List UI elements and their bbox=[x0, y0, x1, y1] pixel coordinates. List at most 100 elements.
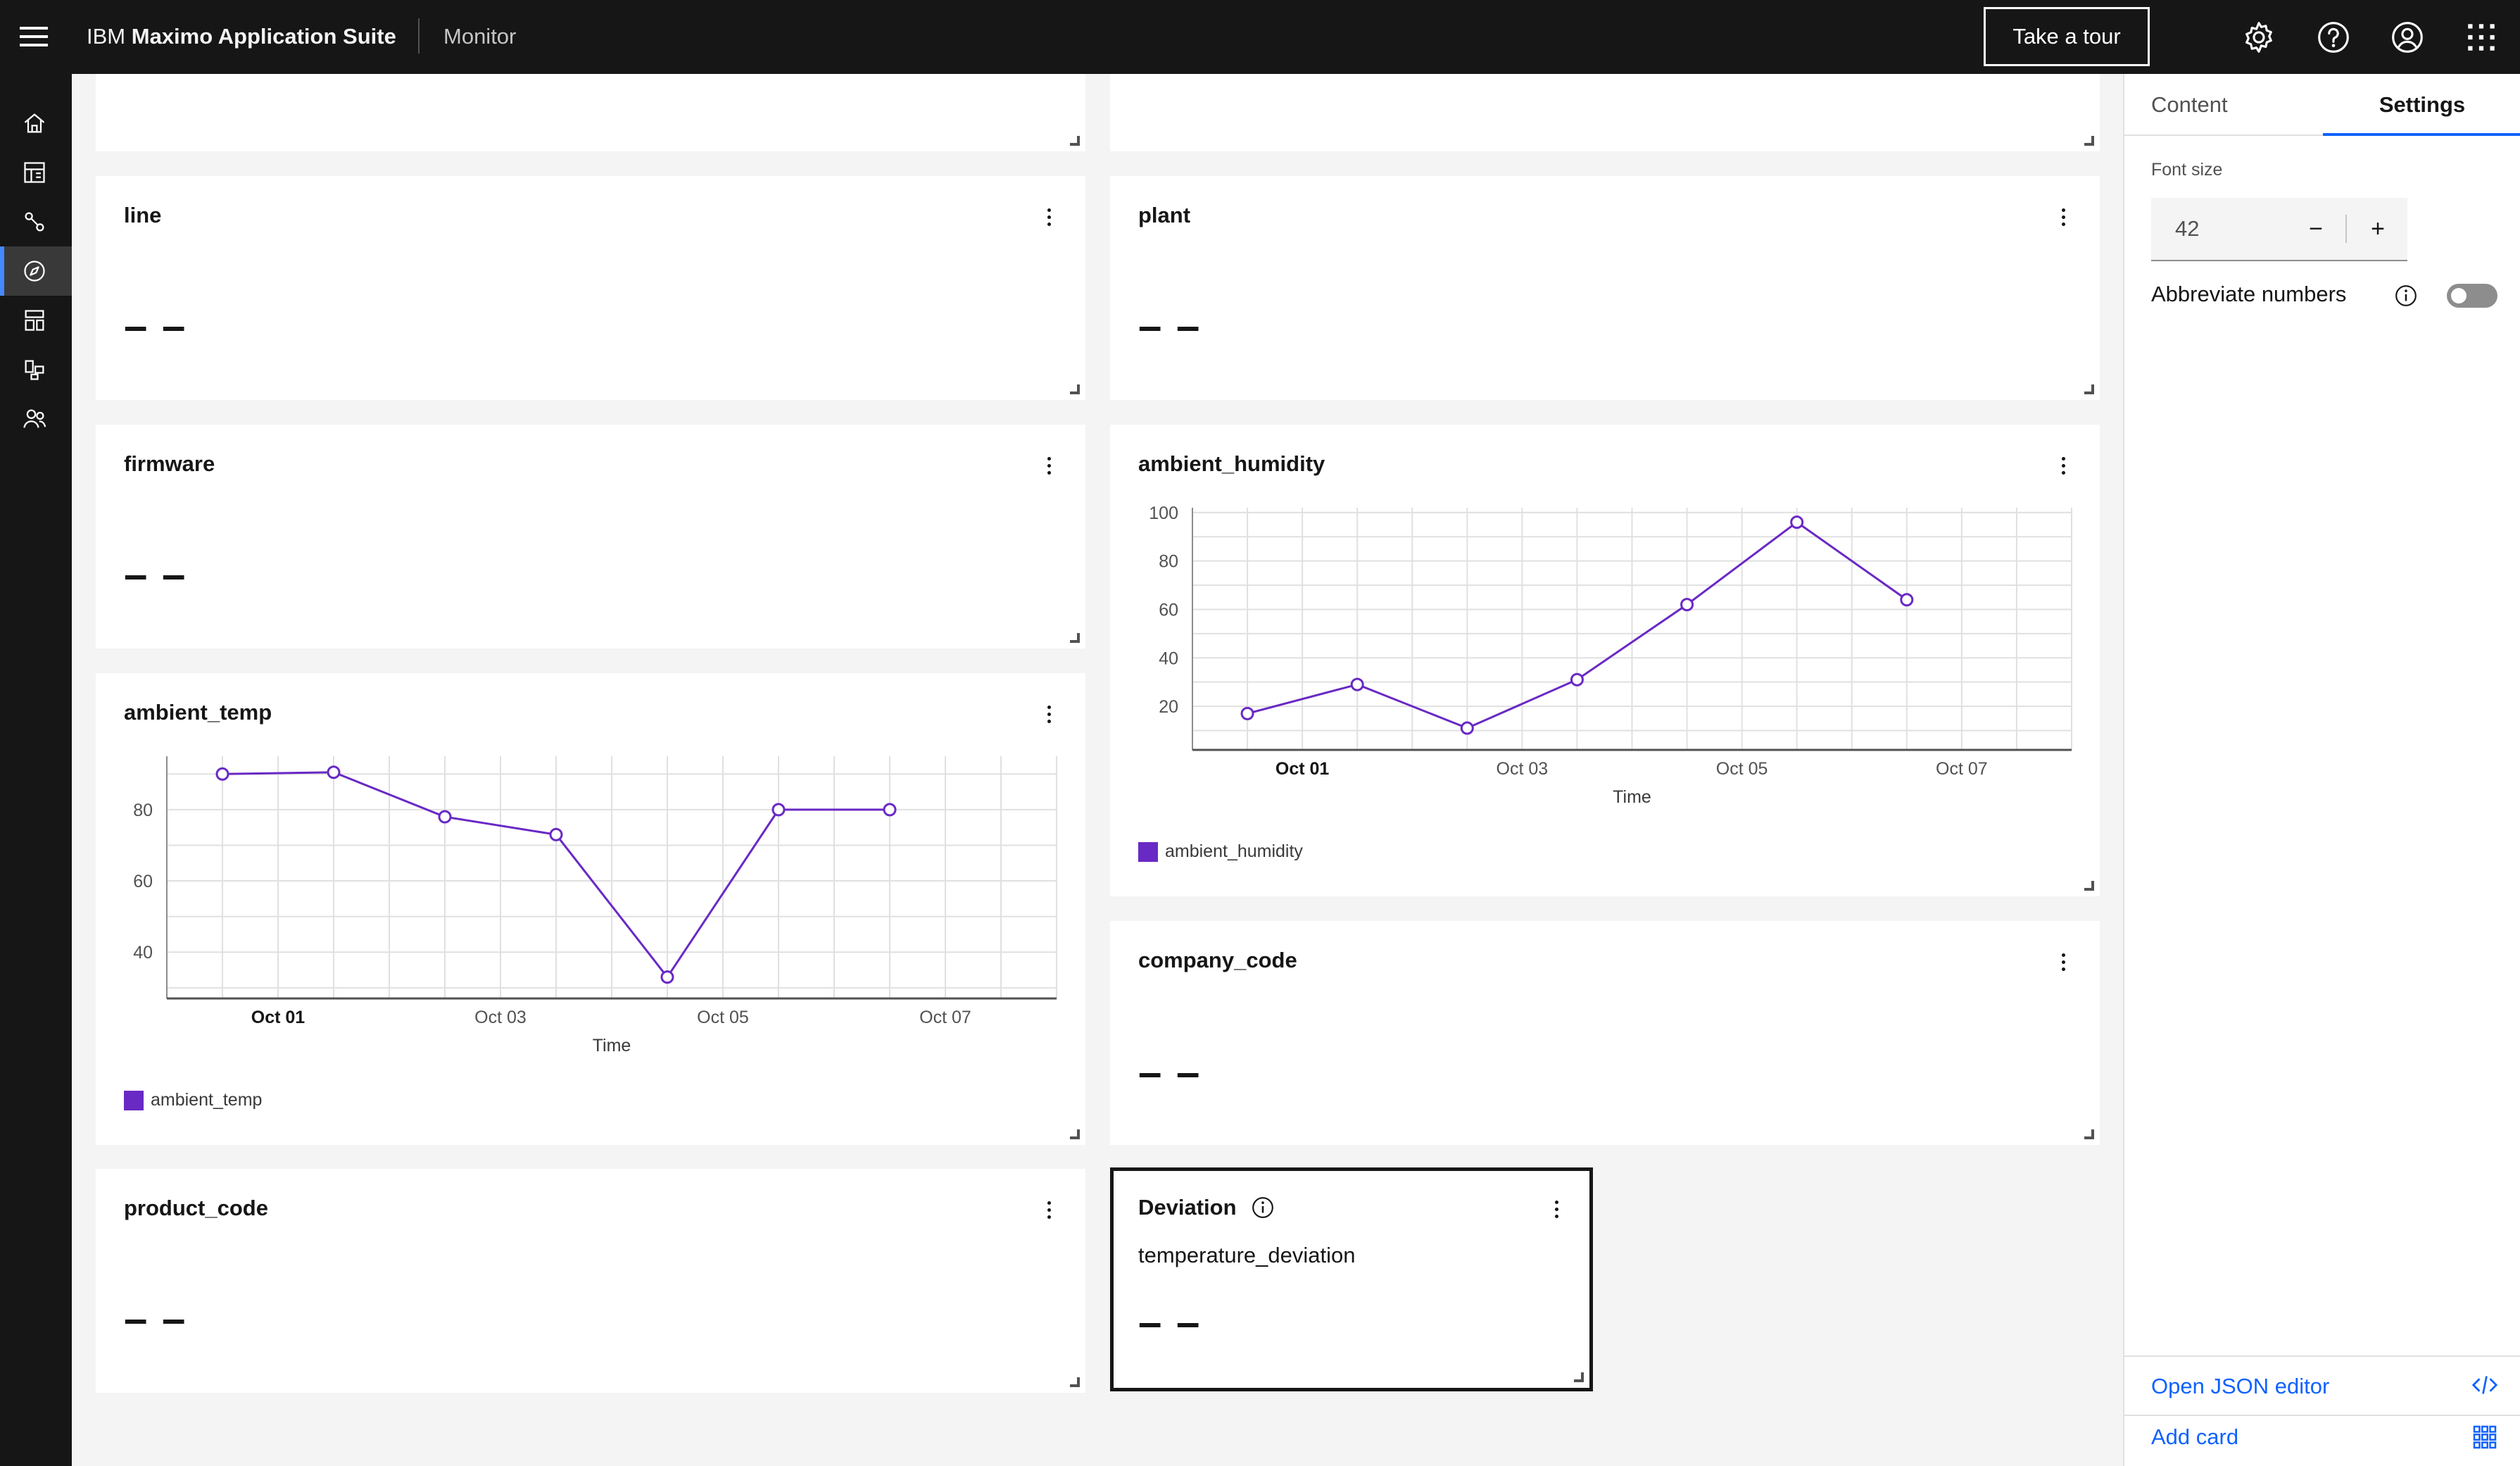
card-firmware[interactable]: firmware – – bbox=[96, 425, 1085, 649]
card-deviation[interactable]: Deviation temperature_deviation – – bbox=[1110, 1167, 1593, 1391]
data-point bbox=[771, 803, 786, 817]
x-tick-label: Oct 01 bbox=[251, 1008, 305, 1027]
abbreviate-numbers-toggle[interactable] bbox=[2447, 284, 2497, 308]
add-card-icon[interactable] bbox=[2471, 1423, 2499, 1451]
data-point bbox=[883, 803, 897, 817]
take-a-tour-button[interactable]: Take a tour bbox=[1984, 7, 2150, 66]
card-line[interactable]: line – – bbox=[96, 176, 1085, 400]
data-point bbox=[1900, 593, 1914, 607]
overflow-menu-icon[interactable] bbox=[1549, 1195, 1563, 1223]
resize-handle[interactable] bbox=[1070, 633, 1080, 643]
increment-button[interactable]: + bbox=[2347, 198, 2409, 260]
chart-legend[interactable]: ambient_humidity bbox=[1138, 841, 1303, 862]
data-point bbox=[1790, 515, 1804, 530]
panel-divider bbox=[2124, 1355, 2520, 1357]
y-tick-label: 20 bbox=[1159, 697, 1178, 717]
y-tick-label: 60 bbox=[1159, 600, 1178, 620]
font-size-value[interactable]: 42 bbox=[2175, 216, 2199, 242]
card-partial-left[interactable]: – – bbox=[96, 74, 1085, 151]
x-tick-label: Oct 03 bbox=[474, 1008, 527, 1027]
code-icon[interactable] bbox=[2471, 1371, 2499, 1399]
nav-monitor[interactable] bbox=[0, 246, 72, 296]
y-tick-label: 100 bbox=[1149, 503, 1178, 523]
dashboard-icon bbox=[24, 162, 45, 183]
abbreviate-numbers-label: Abbreviate numbers bbox=[2151, 282, 2347, 306]
ambient-humidity-chart: 20 40 60 80 100 Oct 01 Oct 03 Oct 05 Oct 07 Time bbox=[1149, 503, 2072, 807]
card-company-code[interactable]: company_code – – bbox=[1110, 921, 2100, 1145]
brand-prefix: IBM bbox=[87, 24, 126, 49]
resize-handle[interactable] bbox=[1070, 1377, 1080, 1387]
devices-icon bbox=[25, 360, 44, 380]
card-value: – – bbox=[1138, 1048, 1202, 1096]
home-icon bbox=[24, 113, 45, 133]
ambient-temp-chart: 40 60 80 Oct 01 Oct 03 Oct 05 Oct 07 Time bbox=[133, 756, 1057, 1055]
overflow-menu-icon[interactable] bbox=[2056, 948, 2070, 976]
data-point bbox=[549, 827, 563, 841]
nav-home[interactable] bbox=[0, 99, 72, 148]
user-icon[interactable] bbox=[2390, 20, 2425, 55]
tab-settings[interactable]: Settings bbox=[2323, 74, 2520, 136]
resize-handle[interactable] bbox=[2084, 881, 2094, 891]
settings-icon[interactable] bbox=[2241, 20, 2276, 55]
x-axis-title: Time bbox=[1613, 787, 1651, 807]
overflow-menu-icon[interactable] bbox=[1042, 1196, 1056, 1224]
tab-content[interactable]: Content bbox=[2124, 74, 2323, 136]
chart-legend[interactable]: ambient_temp bbox=[124, 1090, 262, 1110]
card-product-code[interactable]: product_code – – bbox=[96, 1169, 1085, 1393]
data-point bbox=[1460, 721, 1474, 735]
card-value: – – bbox=[1138, 1298, 1202, 1346]
y-tick-label: 40 bbox=[1159, 649, 1178, 668]
font-size-label: Font size bbox=[2151, 160, 2223, 180]
help-icon[interactable] bbox=[2316, 20, 2351, 55]
monitor-icon bbox=[24, 261, 45, 282]
open-json-editor-link[interactable]: Open JSON editor bbox=[2151, 1374, 2329, 1399]
x-tick-label: Oct 05 bbox=[1716, 759, 1768, 779]
decrement-button[interactable]: − bbox=[2285, 198, 2347, 260]
card-value: – – bbox=[124, 74, 187, 89]
card-ambient-temp[interactable]: ambient_temp 40 60 80 Oct 01 Oct 03 Oct 05 Oct… bbox=[96, 673, 1085, 1145]
card-title: plant bbox=[1138, 203, 1191, 227]
menu-icon[interactable] bbox=[20, 24, 48, 49]
resize-handle[interactable] bbox=[2084, 136, 2094, 146]
legend-label: ambient_humidity bbox=[1165, 841, 1303, 861]
active-tab-indicator bbox=[2323, 133, 2520, 136]
card-plant[interactable]: plant – – bbox=[1110, 176, 2100, 400]
nav-dashboard[interactable] bbox=[0, 148, 72, 197]
y-tick-label: 60 bbox=[133, 872, 153, 891]
info-icon[interactable] bbox=[2394, 284, 2418, 308]
resize-handle[interactable] bbox=[1070, 384, 1080, 394]
card-subtitle: temperature_deviation bbox=[1138, 1243, 1356, 1267]
product-name[interactable]: IBM Maximo Application Suite bbox=[87, 21, 396, 52]
legend-swatch bbox=[124, 1090, 144, 1110]
info-icon[interactable] bbox=[1251, 1196, 1275, 1220]
card-ambient-humidity[interactable]: ambient_humidity 20 40 60 80 100 Oct 01 Oct 03… bbox=[1110, 425, 2100, 896]
overflow-menu-icon[interactable] bbox=[1042, 451, 1056, 480]
card-value: – – bbox=[124, 1295, 187, 1342]
resize-handle[interactable] bbox=[1070, 136, 1080, 146]
app-switcher-icon[interactable] bbox=[2464, 20, 2499, 55]
app-name[interactable]: Monitor bbox=[443, 21, 516, 52]
resize-handle[interactable] bbox=[2084, 384, 2094, 394]
nav-users[interactable] bbox=[0, 394, 72, 444]
resize-handle[interactable] bbox=[2084, 1129, 2094, 1139]
add-card-link[interactable]: Add card bbox=[2151, 1424, 2238, 1450]
header-divider bbox=[418, 18, 420, 54]
card-partial-right[interactable]: – – bbox=[1110, 74, 2100, 151]
data-point bbox=[215, 767, 229, 781]
nav-connections[interactable] bbox=[0, 197, 72, 246]
nav-devices[interactable] bbox=[0, 345, 72, 394]
data-point bbox=[327, 765, 341, 779]
font-size-stepper[interactable]: 42 − + bbox=[2151, 198, 2407, 261]
card-title: Deviation bbox=[1138, 1195, 1237, 1220]
resize-handle[interactable] bbox=[1574, 1372, 1584, 1382]
panel-divider bbox=[2124, 1415, 2520, 1416]
connections-icon bbox=[25, 212, 44, 232]
card-title: line bbox=[124, 203, 162, 227]
overflow-menu-icon[interactable] bbox=[2056, 203, 2070, 231]
card-value: – – bbox=[1138, 302, 1202, 349]
resize-handle[interactable] bbox=[1070, 1129, 1080, 1139]
x-tick-label: Oct 03 bbox=[1497, 759, 1549, 779]
overflow-menu-icon[interactable] bbox=[1042, 203, 1056, 231]
nav-setup[interactable] bbox=[0, 296, 72, 345]
y-tick-label: 80 bbox=[1159, 552, 1178, 572]
